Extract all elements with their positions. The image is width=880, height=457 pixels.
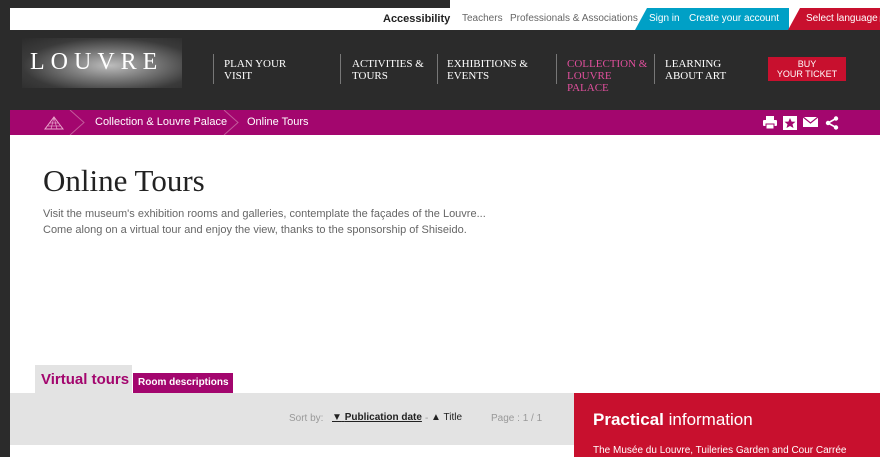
- print-icon[interactable]: [763, 116, 777, 129]
- nav-divider: [654, 54, 655, 84]
- sort-asc-icon: ▲: [431, 412, 441, 423]
- intro-line-1: Visit the museum's exhibition rooms and …: [43, 208, 486, 220]
- teachers-link[interactable]: Teachers: [462, 8, 503, 30]
- practical-title-bold: Practical: [593, 410, 664, 429]
- practical-text: The Musée du Louvre, Tuileries Garden an…: [593, 445, 847, 456]
- account-bar: Sign in Create your account: [635, 8, 789, 30]
- page-title: Online Tours: [43, 163, 205, 198]
- nav-collection-line2: LOUVRE: [567, 70, 612, 82]
- sort-desc-icon: ▼: [332, 412, 342, 423]
- select-language-label: Select language: [806, 13, 878, 24]
- accessibility-link[interactable]: Accessibility: [375, 8, 459, 30]
- nav-exhibitions-line2: EVENTS: [447, 70, 490, 82]
- nav-activities-line1: ACTIVITIES &: [352, 58, 424, 70]
- share-icon[interactable]: [825, 116, 839, 130]
- nav-plan-label: PLAN YOUR VISIT: [224, 58, 287, 82]
- louvre-logo[interactable]: LOUVRE: [22, 38, 182, 88]
- utility-bar: Accessibility Teachers Professionals & A…: [10, 8, 880, 30]
- sort-title[interactable]: ▲ Title: [431, 412, 462, 423]
- pyramid-home-icon[interactable]: [44, 116, 64, 130]
- tab-virtual-tours[interactable]: Virtual tours: [35, 365, 132, 393]
- nav-learning-line2: ABOUT ART: [665, 70, 727, 82]
- main-nav: LOUVRE PLAN YOUR VISIT ACTIVITIES & TOUR…: [10, 30, 880, 110]
- breadcrumb-separator-icon: [223, 110, 239, 135]
- nav-divider: [340, 54, 341, 84]
- nav-plan-visit[interactable]: PLAN YOUR VISIT: [224, 58, 312, 82]
- nav-collection-palace[interactable]: COLLECTION & LOUVRE PALACE: [567, 58, 655, 94]
- nav-collection-line1: COLLECTION &: [567, 58, 648, 70]
- nav-exhibitions-events[interactable]: EXHIBITIONS & EVENTS: [447, 58, 535, 82]
- sort-bar: Sort by: ▼ Publication date - ▲ Title Pa…: [10, 393, 574, 445]
- tab-room-descriptions[interactable]: Room descriptions: [133, 373, 233, 393]
- breadcrumb-collection-link[interactable]: Collection & Louvre Palace: [95, 110, 227, 135]
- sort-label: Sort by:: [289, 413, 324, 424]
- nav-learning-art[interactable]: LEARNING ABOUT ART: [665, 58, 753, 82]
- breadcrumb-separator-icon: [69, 110, 85, 135]
- buy-line1: BUY: [797, 59, 817, 69]
- nav-collection-line3: PALACE: [567, 82, 609, 94]
- nav-divider: [213, 54, 214, 84]
- nav-learning-line1: LEARNING: [665, 58, 722, 70]
- bookmark-icon[interactable]: [783, 116, 797, 130]
- sort-publication-date[interactable]: ▼ Publication date: [332, 412, 422, 423]
- sort-title-label: Title: [443, 412, 463, 423]
- nav-divider: [437, 54, 438, 84]
- logo-text: LOUVRE: [30, 49, 164, 75]
- nav-exhibitions-line1: EXHIBITIONS &: [447, 58, 528, 70]
- practical-title: Practical information: [593, 410, 753, 430]
- sign-in-link[interactable]: Sign in: [649, 8, 680, 30]
- buy-line2: YOUR TICKET: [776, 69, 838, 79]
- page-intro: Visit the museum's exhibition rooms and …: [43, 206, 603, 238]
- intro-line-2: Come along on a virtual tour and enjoy t…: [43, 224, 467, 236]
- breadcrumb: Collection & Louvre Palace Online Tours: [10, 110, 880, 135]
- pagination-info: Page : 1 / 1: [491, 413, 543, 424]
- practical-info-panel: Practical information The Musée du Louvr…: [574, 393, 880, 457]
- practical-title-rest: information: [663, 410, 753, 429]
- professionals-link[interactable]: Professionals & Associations: [510, 8, 638, 30]
- mail-icon[interactable]: [803, 116, 818, 128]
- nav-activities-line2: TOURS: [352, 70, 388, 82]
- left-edge-bar: [0, 0, 10, 457]
- sort-separator: -: [425, 413, 429, 424]
- buy-ticket-button[interactable]: BUY YOUR TICKET: [768, 57, 846, 81]
- create-account-link[interactable]: Create your account: [689, 8, 779, 30]
- breadcrumb-current: Online Tours: [247, 116, 309, 128]
- select-language-button[interactable]: Select language ▶: [788, 8, 880, 30]
- nav-activities-tours[interactable]: ACTIVITIES & TOURS: [352, 58, 440, 82]
- nav-divider: [556, 54, 557, 84]
- sort-publication-label: Publication date: [344, 412, 422, 423]
